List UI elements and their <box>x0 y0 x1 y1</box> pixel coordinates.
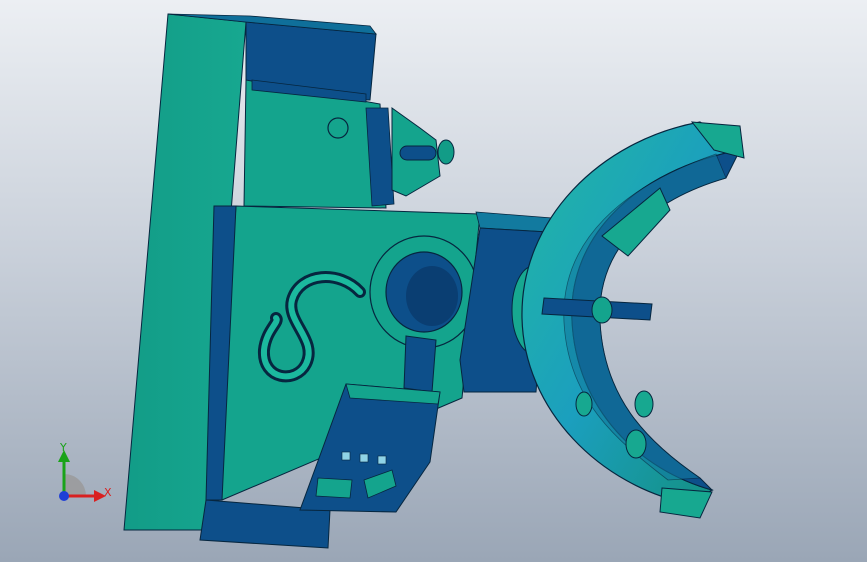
clamp-slot <box>399 145 437 161</box>
lower-tab <box>315 477 353 499</box>
x-axis-label: X <box>104 486 112 499</box>
y-axis-label: Y <box>60 441 67 454</box>
ring-hole-2 <box>634 390 654 418</box>
upper-hole <box>327 117 349 139</box>
ring-tip-bottom <box>659 487 713 519</box>
ring-hole-3 <box>625 429 647 459</box>
central-bore-depth <box>406 266 458 326</box>
clamp-pin <box>437 139 455 165</box>
lower-slot-3 <box>377 455 387 465</box>
axis-triad: Y X <box>44 440 124 520</box>
ring-hole-1 <box>575 391 593 417</box>
lower-slot-1 <box>341 451 351 461</box>
axis-triad-graphic <box>58 450 106 502</box>
model-viewport[interactable]: Y X <box>0 0 867 562</box>
z-axis-dot <box>59 491 69 501</box>
cad-model[interactable] <box>0 0 867 562</box>
lower-slot-2 <box>359 453 369 463</box>
bore-slot <box>403 335 437 393</box>
ring-bar-hole <box>591 296 613 324</box>
